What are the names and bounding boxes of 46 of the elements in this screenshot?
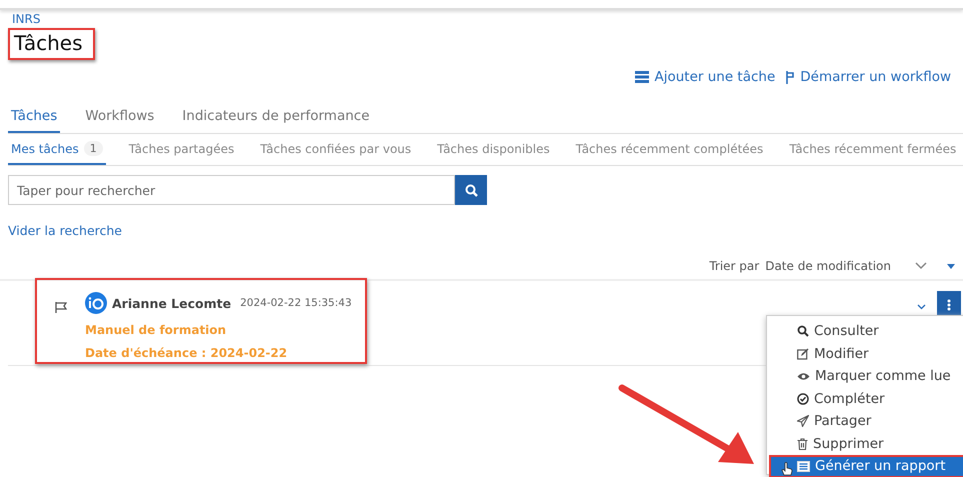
- eye-icon: [797, 372, 810, 381]
- subtab[interactable]: Tâches confiées par vous: [257, 134, 414, 165]
- search-icon: [464, 184, 478, 196]
- clear-search-link[interactable]: Vider la recherche: [8, 223, 122, 238]
- page-title: Tâches: [8, 28, 95, 60]
- menu-item[interactable]: Marquer comme lue: [767, 365, 963, 388]
- subtab[interactable]: Tâches récemment fermées: [786, 134, 960, 165]
- caret-icon[interactable]: [947, 264, 955, 268]
- trash-icon: [797, 438, 808, 450]
- sort-label: Trier par: [709, 259, 760, 273]
- subtab[interactable]: Tâches disponibles: [434, 134, 553, 165]
- check-circle-icon: [797, 392, 809, 405]
- hand-cursor-icon: [781, 462, 793, 476]
- more-icon: [947, 299, 951, 311]
- paper-plane-icon: [797, 415, 809, 428]
- report-icon: [797, 460, 810, 472]
- due-date: Date d'échéance : 2024-02-22: [85, 346, 288, 360]
- search-icon: [797, 325, 809, 338]
- menu-item[interactable]: Compléter: [767, 388, 963, 410]
- menu-item[interactable]: Modifier: [767, 342, 963, 365]
- chevron-icon[interactable]: [917, 304, 926, 310]
- breadcrumb-link[interactable]: INRS: [12, 12, 40, 26]
- sort-dropdown[interactable]: Date de modification: [765, 259, 927, 273]
- avatar-logo-icon: [85, 292, 107, 314]
- list-icon: [635, 71, 650, 83]
- chevron-icon: [915, 262, 927, 270]
- search-field[interactable]: Taper pour rechercher: [8, 175, 455, 205]
- search-button[interactable]: [455, 175, 487, 205]
- action-link[interactable]: Ajouter une tâche: [635, 66, 776, 88]
- tab[interactable]: Indicateurs de performance: [179, 108, 373, 133]
- count-badge: 1: [84, 141, 103, 156]
- subtab[interactable]: Tâches récemment complétées: [572, 134, 766, 165]
- flag-icon: [55, 302, 67, 313]
- subtab[interactable]: Tâches partagées: [126, 134, 238, 165]
- action-link[interactable]: Démarrer un workflow: [785, 66, 951, 88]
- edit-icon: [797, 348, 809, 360]
- author-name: Arianne Lecomte: [112, 296, 232, 310]
- menu-item[interactable]: Consulter: [767, 320, 963, 342]
- menu-item[interactable]: Supprimer: [767, 432, 963, 455]
- branch-icon: [785, 70, 796, 84]
- subtab[interactable]: Mes tâches 1: [8, 134, 106, 165]
- menu-item[interactable]: Générer un rapport: [769, 455, 963, 477]
- timestamp: 2024-02-22 15:35:43: [240, 297, 352, 309]
- tab[interactable]: Workflows: [82, 108, 158, 133]
- tab[interactable]: Tâches: [8, 108, 60, 133]
- menu-item[interactable]: Partager: [767, 410, 963, 432]
